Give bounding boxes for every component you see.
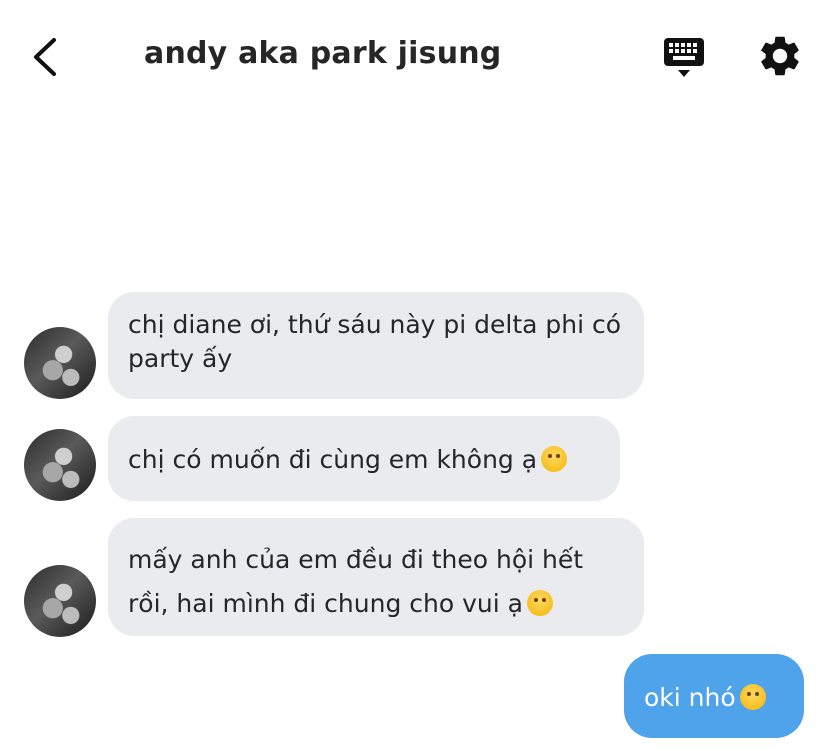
message-bubble-outgoing[interactable]: oki nhó <box>624 654 804 738</box>
message-bubble[interactable]: chị diane ơi, thứ sáu này pi delta phi c… <box>108 292 644 399</box>
grinning-face-icon <box>739 684 766 710</box>
message-text: chị diane ơi, thứ sáu này pi delta phi c… <box>128 310 622 373</box>
message-bubble[interactable]: chị có muốn đi cùng em không ạ <box>108 416 620 501</box>
gear-icon <box>760 36 799 76</box>
avatar[interactable] <box>24 327 96 399</box>
settings-button[interactable] <box>756 32 804 80</box>
message-text: mấy anh của em đều đi theo hội hết rồi, … <box>128 545 584 618</box>
avatar[interactable] <box>24 429 96 501</box>
yum-face-icon <box>526 590 553 616</box>
kissing-face-icon <box>541 446 568 472</box>
back-button[interactable] <box>26 34 66 80</box>
message-bubble[interactable]: mấy anh của em đều đi theo hội hết rồi, … <box>108 518 644 636</box>
keyboard-icon <box>664 38 704 77</box>
chevron-left-icon <box>34 38 56 76</box>
message-text: chị có muốn đi cùng em không ạ <box>128 445 538 474</box>
message-text: oki nhó <box>644 683 736 712</box>
avatar[interactable] <box>24 565 96 637</box>
keyboard-button[interactable] <box>660 34 708 80</box>
page-title: andy aka park jisung <box>144 36 502 71</box>
chat-header: andy aka park jisung <box>0 0 828 110</box>
